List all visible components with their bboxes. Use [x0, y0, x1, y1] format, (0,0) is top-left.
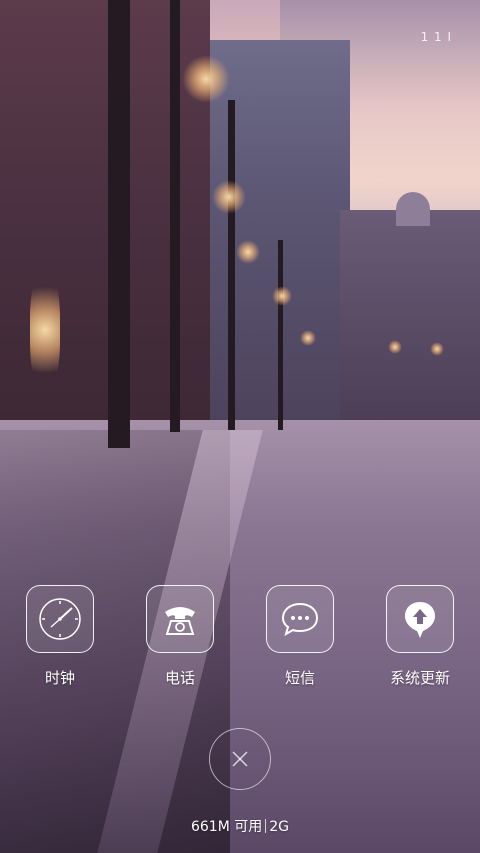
recent-app-clock[interactable]: 时钟	[12, 585, 108, 688]
close-icon	[232, 751, 248, 767]
recent-app-phone[interactable]: 电话	[132, 585, 228, 688]
recent-apps-screen: 1 1 I 时钟 电话 短信 系统更新 661M 可用 2G	[0, 0, 480, 853]
wallpaper-lamp-glow	[388, 340, 402, 354]
wallpaper-lamp-glow	[212, 180, 246, 214]
wallpaper-lamp-post	[170, 0, 180, 432]
recent-app-system-update[interactable]: 系统更新	[372, 585, 468, 688]
clock-icon	[39, 598, 81, 640]
memory-available: 661M 可用	[190, 819, 263, 835]
status-indicator: 1 1 I	[420, 30, 452, 44]
app-label: 系统更新	[389, 669, 450, 687]
wallpaper-lamp-post	[108, 0, 130, 448]
phone-icon	[165, 607, 195, 635]
wallpaper-lamp-glow	[182, 55, 230, 103]
wallpaper-dome	[396, 192, 430, 226]
app-label: 短信	[284, 669, 315, 687]
wallpaper-window-glow	[30, 270, 60, 390]
memory-info: 661M 可用 2G	[0, 816, 480, 836]
wallpaper-lamp-post	[278, 240, 283, 430]
wallpaper-building-far	[340, 210, 480, 430]
wallpaper-lamp-glow	[300, 330, 316, 346]
app-label: 时钟	[44, 669, 75, 687]
memory-separator	[265, 819, 267, 833]
system-update-icon	[405, 602, 435, 638]
app-icon-frame	[26, 585, 94, 653]
wallpaper-lamp-glow	[236, 240, 260, 264]
app-icon-frame	[266, 585, 334, 653]
app-label: 电话	[164, 669, 195, 687]
wallpaper-lamp-post	[228, 100, 235, 430]
wallpaper-lamp-glow	[272, 286, 292, 306]
app-icon-frame	[386, 585, 454, 653]
message-icon	[281, 602, 319, 637]
app-icon-frame	[146, 585, 214, 653]
memory-total: 2G	[269, 819, 290, 835]
wallpaper-lamp-glow	[430, 342, 444, 356]
clear-all-button[interactable]	[209, 728, 271, 790]
recent-app-messages[interactable]: 短信	[252, 585, 348, 688]
